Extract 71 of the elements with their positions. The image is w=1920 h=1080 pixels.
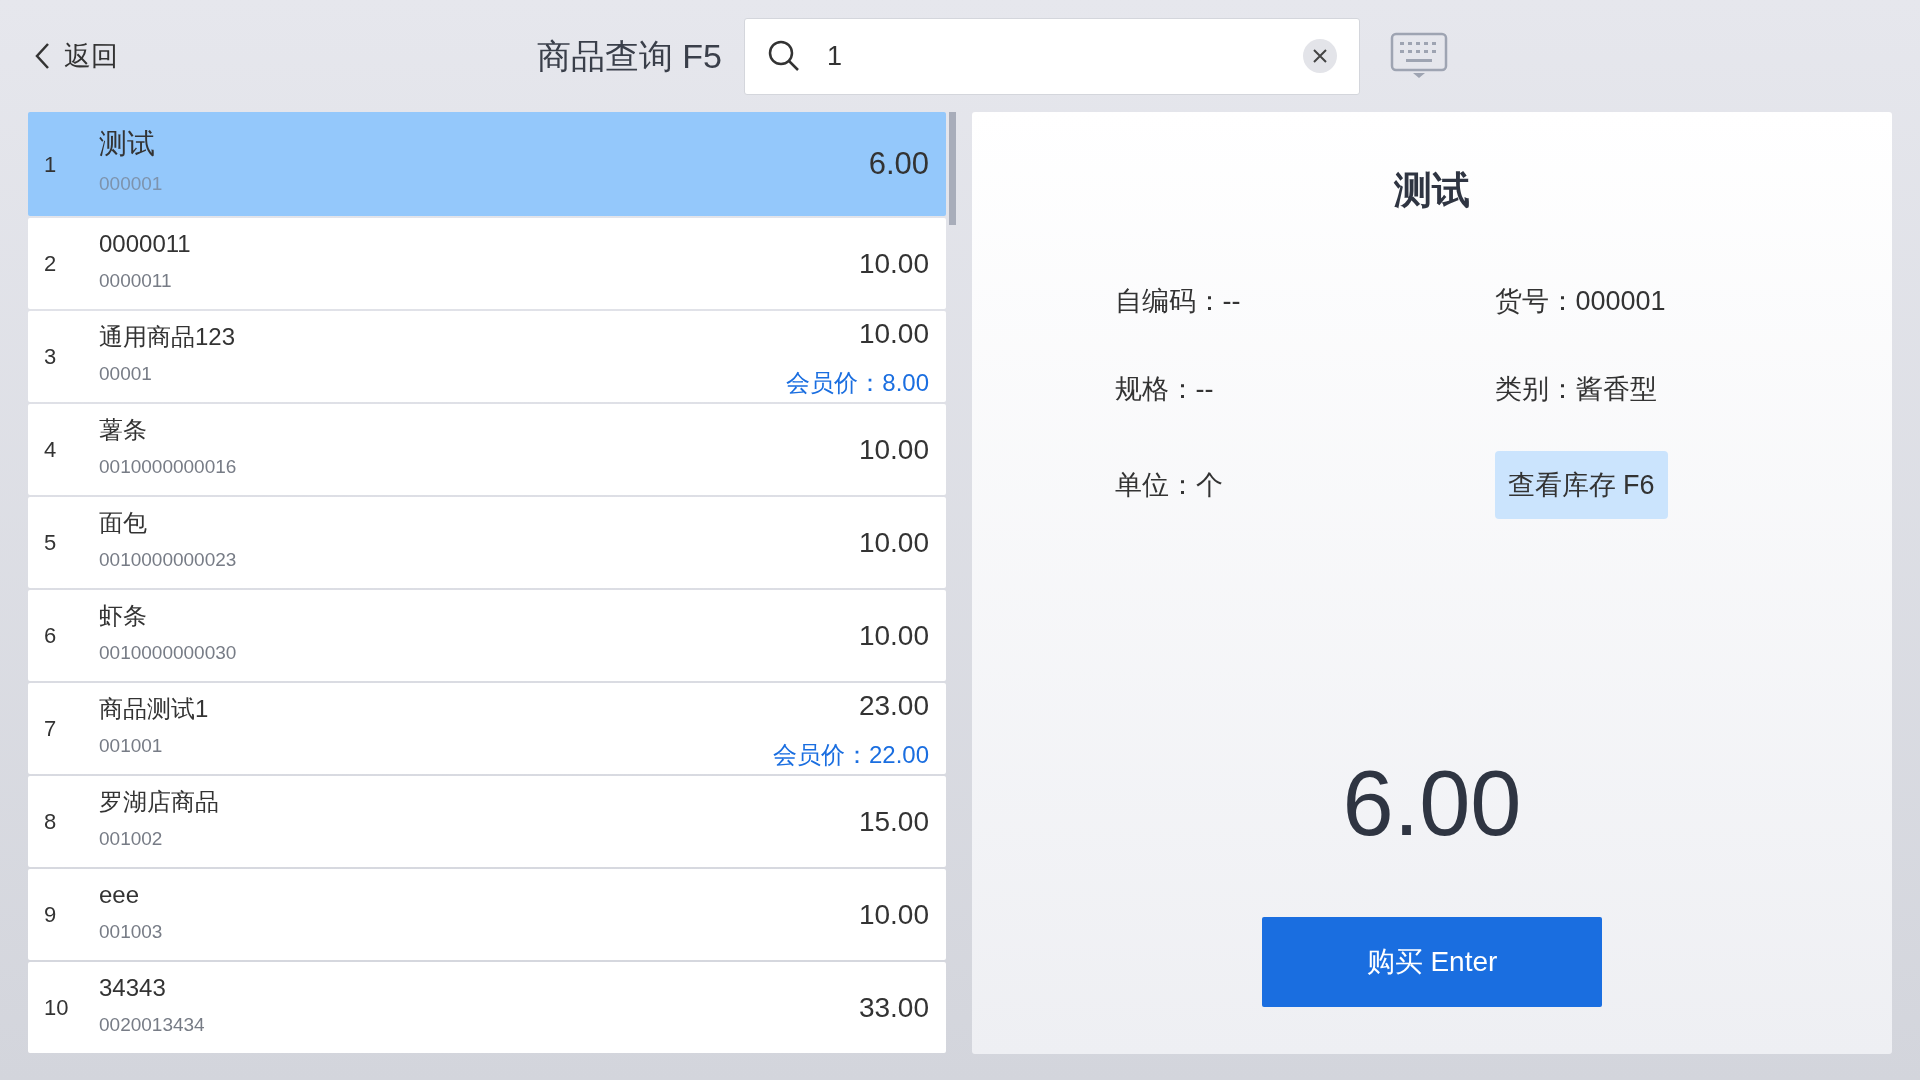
product-code: 0010000000030 bbox=[99, 641, 238, 666]
row-number: 6 bbox=[44, 622, 58, 650]
product-row[interactable]: 9 eee 001003 10.00 bbox=[28, 869, 946, 960]
product-price: 6.00 bbox=[868, 144, 929, 183]
product-code: 0020013434 bbox=[99, 1013, 206, 1038]
scrollbar-thumb[interactable] bbox=[949, 112, 956, 225]
row-number: 3 bbox=[44, 343, 58, 371]
row-number: 2 bbox=[44, 250, 58, 278]
close-icon bbox=[1312, 48, 1328, 64]
product-price: 15.00 bbox=[858, 804, 929, 839]
product-price: 10.00 bbox=[858, 897, 929, 932]
back-button[interactable]: 返回 bbox=[28, 35, 118, 77]
product-title: 测试 bbox=[1394, 168, 1470, 213]
product-name: 虾条 bbox=[99, 603, 148, 630]
search-icon bbox=[767, 39, 801, 73]
product-row[interactable]: 8 罗湖店商品 001002 15.00 bbox=[28, 776, 946, 867]
view-stock-button[interactable]: 查看库存 F6 bbox=[1494, 450, 1668, 520]
product-row[interactable]: 5 面包 0010000000023 10.00 bbox=[28, 497, 946, 588]
product-name: eee bbox=[99, 882, 141, 909]
product-code: 0010000000016 bbox=[99, 455, 238, 480]
row-number: 4 bbox=[44, 436, 58, 464]
product-row[interactable]: 2 0000011 0000011 10.00 bbox=[28, 218, 946, 309]
product-code: 000001 bbox=[99, 172, 164, 197]
row-number: 8 bbox=[44, 808, 58, 836]
product-price: 33.00 bbox=[858, 990, 929, 1025]
detail-field: 单位：个 bbox=[1114, 464, 1223, 506]
product-name: 商品测试1 bbox=[99, 696, 210, 723]
product-name: 0000011 bbox=[99, 231, 192, 258]
row-number: 1 bbox=[44, 150, 58, 179]
product-name: 薯条 bbox=[99, 417, 148, 444]
product-row[interactable]: 10 34343 0020013434 33.00 bbox=[28, 962, 946, 1053]
product-row[interactable]: 1 测试 000001 6.00 bbox=[28, 112, 946, 216]
product-code: 001001 bbox=[99, 734, 164, 759]
product-code: 00001 bbox=[99, 362, 153, 387]
detail-field: 自编码：-- bbox=[1114, 280, 1241, 322]
product-code: 001002 bbox=[99, 827, 164, 852]
buy-button[interactable]: 购买 Enter bbox=[1262, 917, 1602, 1007]
product-price: 10.00 bbox=[858, 432, 929, 467]
product-price: 10.00 bbox=[858, 246, 929, 281]
product-code: 001003 bbox=[99, 920, 164, 945]
product-price: 10.00 bbox=[858, 316, 929, 351]
product-row[interactable]: 3 通用商品123 00001 10.00 会员价：8.00 bbox=[28, 311, 946, 402]
product-row[interactable]: 6 虾条 0010000000030 10.00 bbox=[28, 590, 946, 681]
detail-field: 类别：酱香型 bbox=[1494, 368, 1657, 410]
product-name: 面包 bbox=[99, 510, 148, 537]
row-number: 10 bbox=[44, 994, 70, 1022]
product-name: 通用商品123 bbox=[99, 324, 237, 351]
product-name: 34343 bbox=[99, 975, 167, 1002]
member-price: 会员价：22.00 bbox=[772, 739, 929, 770]
page-title: 商品查询 F5 bbox=[536, 35, 722, 77]
keyboard-icon[interactable] bbox=[1390, 32, 1448, 80]
row-number: 9 bbox=[44, 901, 58, 929]
product-row[interactable]: 4 薯条 0010000000016 10.00 bbox=[28, 404, 946, 495]
search-field[interactable]: 1 bbox=[744, 17, 1360, 95]
search-input[interactable]: 1 bbox=[825, 34, 1279, 78]
product-price: 23.00 bbox=[858, 688, 929, 723]
member-price: 会员价：8.00 bbox=[786, 367, 929, 398]
product-name: 测试 bbox=[99, 129, 156, 161]
product-code: 0000011 bbox=[99, 269, 173, 294]
row-number: 5 bbox=[44, 529, 58, 557]
product-code: 0010000000023 bbox=[99, 548, 238, 573]
detail-field: 规格：-- bbox=[1114, 368, 1214, 410]
detail-field: 货号：000001 bbox=[1494, 280, 1666, 322]
chevron-left-icon bbox=[34, 42, 50, 70]
row-number: 7 bbox=[44, 715, 58, 743]
product-row[interactable]: 7 商品测试1 001001 23.00 会员价：22.00 bbox=[28, 683, 946, 774]
product-price: 10.00 bbox=[858, 525, 929, 560]
product-name: 罗湖店商品 bbox=[99, 789, 220, 816]
clear-button[interactable] bbox=[1303, 39, 1337, 73]
product-price-large: 6.00 bbox=[1342, 757, 1522, 849]
product-price: 10.00 bbox=[858, 618, 929, 653]
